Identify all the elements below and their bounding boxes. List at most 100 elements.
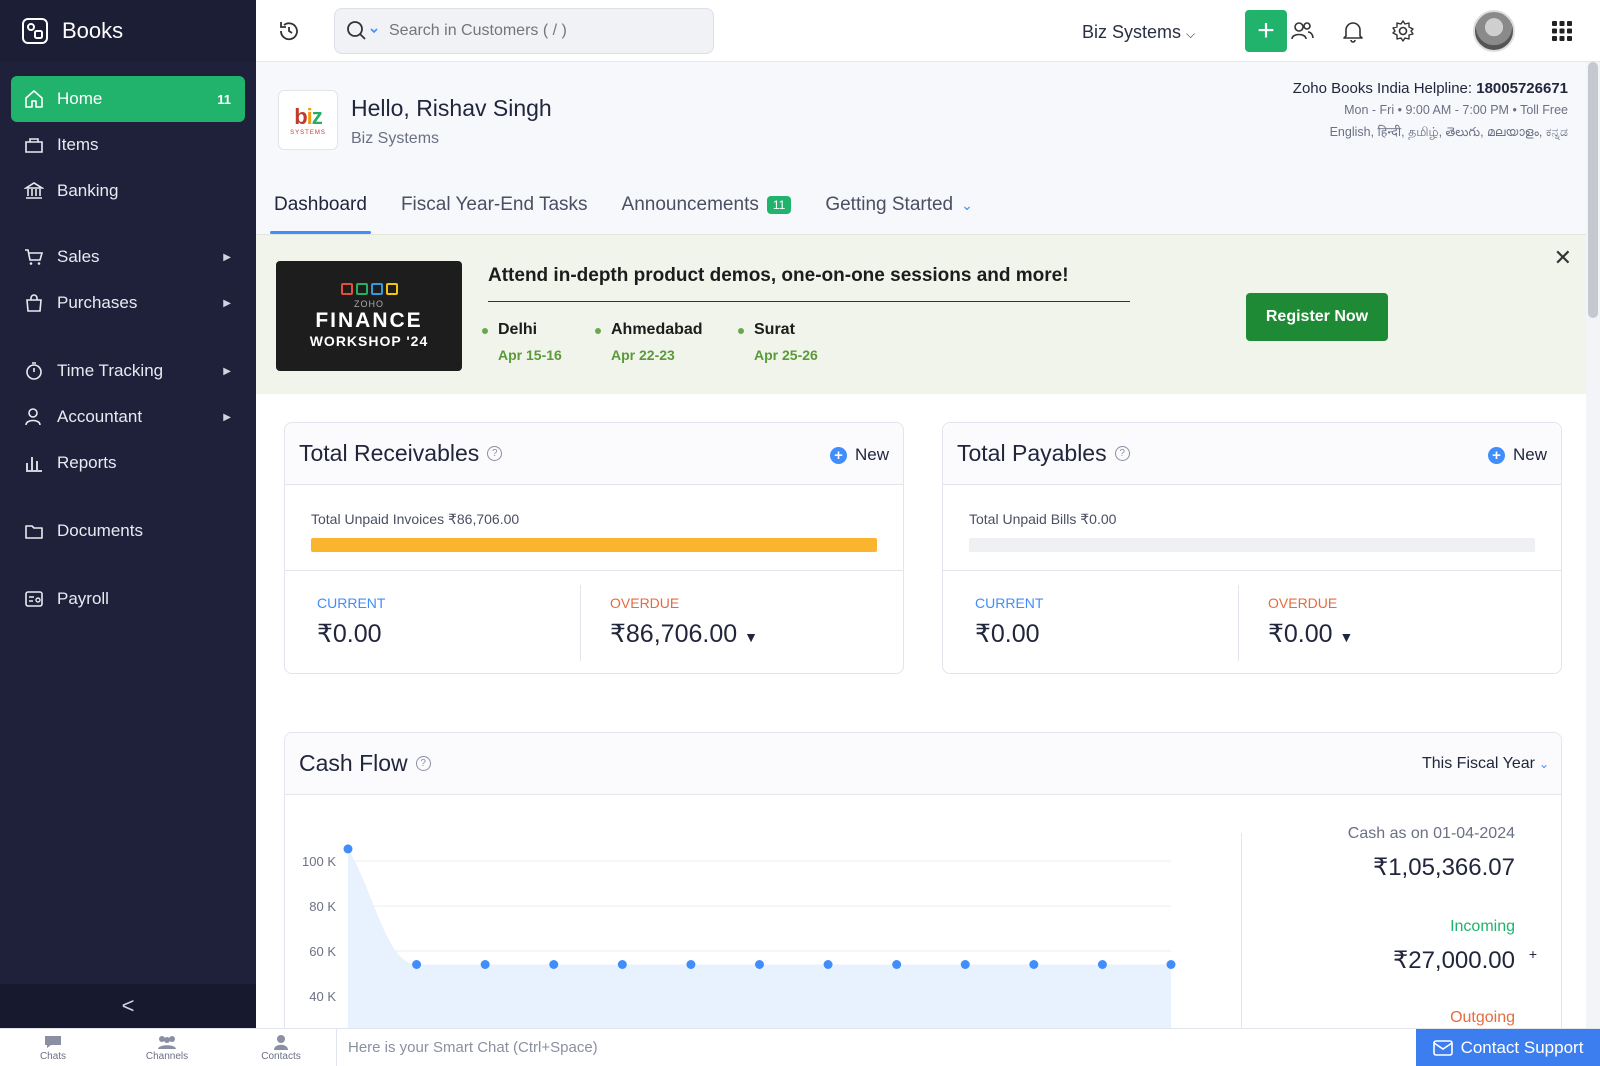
contacts-button[interactable]: Contacts — [236, 1033, 326, 1062]
sidebar-item-label: Documents — [57, 521, 143, 540]
payables-card: Total Payables ? + New Total Unpaid Bill… — [942, 422, 1562, 674]
top-bar: Biz Systems ⌵ + — [256, 0, 1600, 62]
receivables-current: CURRENT ₹0.00 — [317, 595, 386, 648]
payables-title: Total Payables — [957, 440, 1107, 466]
sidebar-item-label: Reports — [57, 453, 117, 472]
sidebar-item-label: Accountant — [57, 407, 143, 426]
payables-current: CURRENT ₹0.00 — [975, 595, 1044, 648]
contact-person-icon — [236, 1033, 326, 1051]
plus-circle-icon: + — [1487, 446, 1505, 464]
dashboard-header: biz SYSTEMS Hello, Rishav Singh Biz Syst… — [256, 62, 1586, 234]
app-grid-icon[interactable] — [1549, 18, 1575, 44]
receivables-progress-fill — [311, 538, 877, 552]
period-dropdown[interactable]: This Fiscal Year ⌄ — [1422, 755, 1549, 773]
city-surat: Surat Apr 25-26 — [738, 321, 818, 363]
new-payable-button[interactable]: + New — [1487, 445, 1547, 465]
channels-button[interactable]: Channels — [122, 1033, 212, 1062]
chart-point[interactable] — [617, 960, 627, 969]
chart-point[interactable] — [823, 960, 833, 969]
tab-fiscal-year-end-tasks[interactable]: Fiscal Year-End Tasks — [401, 178, 588, 232]
caret-down-icon[interactable]: ▼ — [1340, 629, 1354, 645]
search-input[interactable] — [389, 22, 689, 40]
close-icon[interactable]: ✕ — [1554, 245, 1572, 271]
search-box[interactable] — [334, 8, 714, 54]
accountant-icon — [23, 406, 45, 428]
recent-history-icon[interactable] — [276, 18, 302, 44]
sidebar-item-payroll[interactable]: Payroll — [11, 576, 245, 622]
sidebar-item-purchases[interactable]: Purchases ▶ — [11, 280, 245, 326]
y-tick-label: 80 K — [309, 899, 336, 914]
quick-create-button[interactable]: + — [1245, 10, 1287, 52]
cash-summary: Cash as on 01-04-2024 ₹1,05,366.07 Incom… — [1348, 825, 1537, 1027]
tab-dashboard[interactable]: Dashboard — [270, 178, 371, 234]
smart-chat-input[interactable]: Here is your Smart Chat (Ctrl+Space) — [348, 1039, 598, 1056]
bar-chart-icon — [23, 452, 45, 474]
unpaid-bills-label: Total Unpaid Bills ₹0.00 — [969, 511, 1117, 527]
chart-point[interactable] — [1166, 960, 1176, 969]
help-icon[interactable]: ? — [415, 756, 431, 771]
sidebar-item-accountant[interactable]: Accountant ▶ — [11, 394, 245, 440]
new-receivable-button[interactable]: + New — [829, 445, 889, 465]
sidebar-item-reports[interactable]: Reports — [11, 440, 245, 486]
chart-point[interactable] — [892, 960, 902, 969]
sidebar-item-time-tracking[interactable]: Time Tracking ▶ — [11, 348, 245, 394]
chevron-down-icon: ⌄ — [961, 196, 973, 213]
tab-getting-started[interactable]: Getting Started ⌄ — [825, 178, 973, 232]
workshop-subtitle: WORKSHOP '24 — [309, 333, 429, 349]
payables-overdue[interactable]: OVERDUE ₹0.00 ▼ — [1268, 595, 1353, 649]
chart-point[interactable] — [1029, 960, 1039, 969]
tab-announcements[interactable]: Announcements 11 — [622, 178, 792, 232]
bell-icon[interactable] — [1340, 18, 1366, 44]
collapse-sidebar-button[interactable]: < — [0, 984, 256, 1028]
helpline-number[interactable]: 18005726671 — [1476, 80, 1568, 97]
expand-arrow-icon: ▶ — [223, 297, 231, 309]
workshop-image: ZOHO FINANCE WORKSHOP '24 — [276, 261, 462, 371]
payroll-icon — [23, 588, 45, 610]
chart-point[interactable] — [1097, 960, 1107, 969]
stopwatch-icon — [23, 360, 45, 382]
helpline-languages: English, हिन्दी, தமிழ், తెలుగు, മലയാളം, … — [1329, 125, 1568, 139]
register-now-button[interactable]: Register Now — [1246, 293, 1388, 341]
bank-icon — [23, 180, 45, 202]
summary-cards: Total Receivables ? + New Total Unpaid I… — [284, 422, 1562, 674]
cash-flow-title: Cash Flow — [299, 750, 408, 776]
gear-icon[interactable] — [1390, 18, 1416, 44]
search-icon[interactable] — [345, 19, 381, 43]
org-logo-text: biz — [294, 104, 323, 129]
chats-button[interactable]: Chats — [8, 1033, 98, 1062]
help-icon[interactable]: ? — [1114, 446, 1130, 461]
chart-point[interactable] — [549, 960, 559, 969]
sidebar-item-banking[interactable]: Banking — [11, 168, 245, 214]
chart-point[interactable] — [412, 960, 422, 969]
org-switcher[interactable]: Biz Systems ⌵ — [1082, 22, 1195, 43]
help-icon[interactable]: ? — [487, 446, 503, 461]
sidebar-item-items[interactable]: Items — [11, 122, 245, 168]
banner-divider — [488, 301, 1130, 302]
sidebar-item-documents[interactable]: Documents — [11, 508, 245, 554]
chart-point[interactable] — [755, 960, 764, 969]
chart-point[interactable] — [686, 960, 696, 969]
cash-flow-card: Cash Flow ? This Fiscal Year ⌄ 100 K 80 K 6… — [284, 732, 1562, 1028]
receivables-progress — [311, 538, 877, 552]
avatar[interactable] — [1473, 10, 1515, 52]
workshop-brand: ZOHO — [354, 299, 384, 309]
cart-icon — [23, 246, 45, 268]
sidebar-nav: Home 11 Items Banking Sales ▶ Purchases … — [0, 62, 256, 622]
users-icon[interactable] — [1289, 18, 1315, 44]
chart-point[interactable] — [343, 844, 353, 854]
sidebar-item-label: Time Tracking — [57, 361, 164, 380]
contact-support-button[interactable]: Contact Support — [1416, 1029, 1600, 1066]
sidebar-item-home[interactable]: Home 11 — [11, 76, 245, 122]
receivables-overdue[interactable]: OVERDUE ₹86,706.00 ▼ — [610, 595, 758, 649]
home-badge: 11 — [217, 91, 231, 107]
incoming-label: Incoming — [1450, 918, 1515, 935]
brand[interactable]: Books — [0, 0, 256, 62]
scrollbar-thumb[interactable] — [1588, 62, 1598, 318]
app-name: Books — [62, 18, 124, 43]
caret-down-icon[interactable]: ▼ — [744, 629, 758, 645]
sidebar-item-sales[interactable]: Sales ▶ — [11, 234, 245, 280]
chart-point[interactable] — [960, 960, 970, 969]
chart-point[interactable] — [480, 960, 490, 969]
org-name: Biz Systems — [1082, 22, 1182, 42]
plus-icon: + — [1257, 14, 1275, 47]
